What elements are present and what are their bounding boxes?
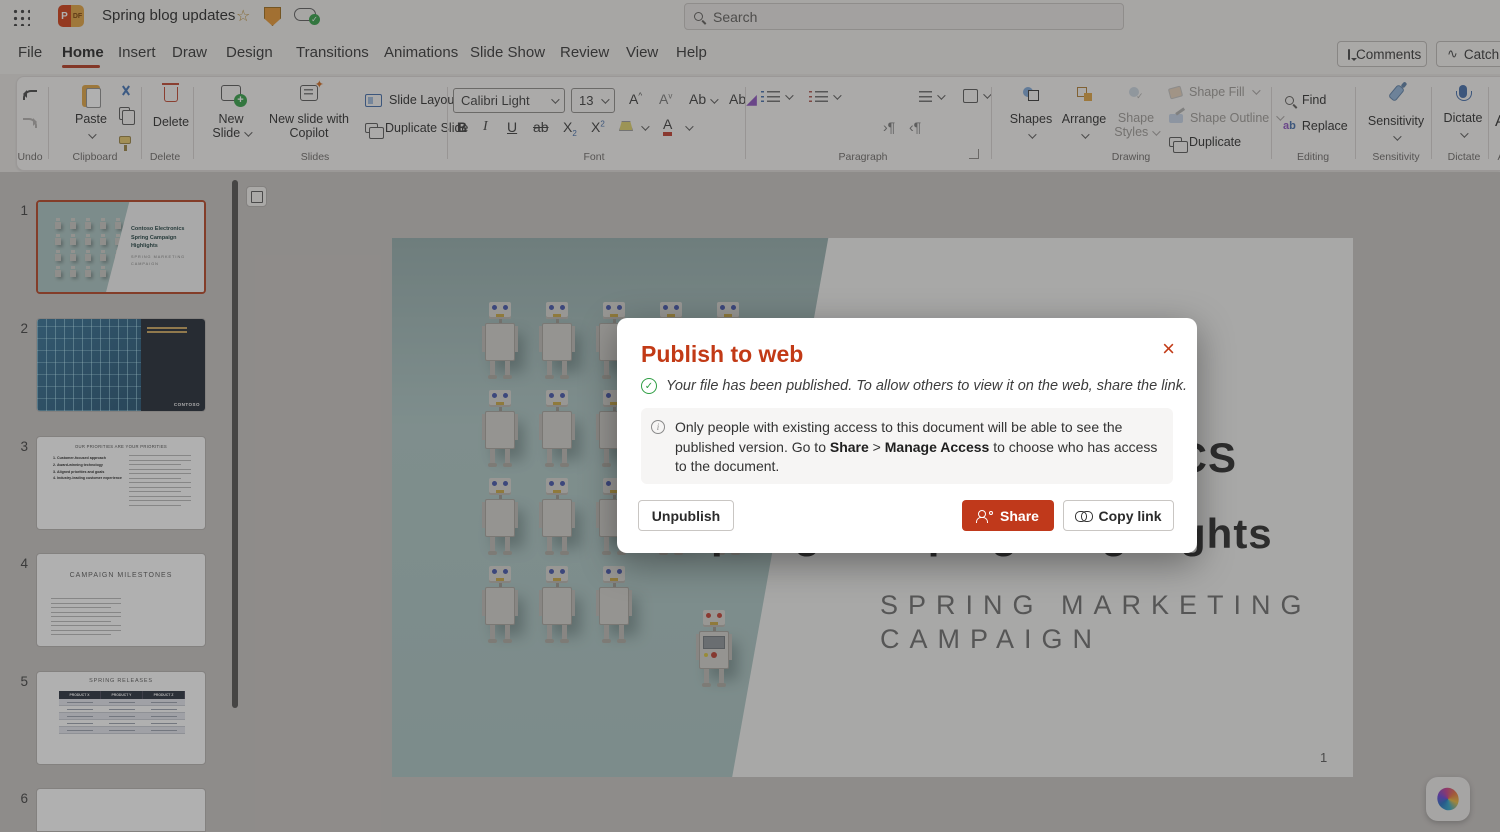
dialog-title: Publish to web (641, 341, 803, 368)
info-icon: i (651, 420, 665, 434)
access-info-text: Only people with existing access to this… (675, 418, 1159, 477)
publish-to-web-dialog: Publish to web × ✓ Your file has been pu… (617, 318, 1197, 553)
share-button[interactable]: Share (962, 500, 1054, 531)
close-icon[interactable]: × (1162, 338, 1175, 360)
check-circle-icon: ✓ (641, 378, 657, 394)
access-info-box: i Only people with existing access to th… (641, 408, 1173, 484)
link-icon (1075, 511, 1091, 521)
share-people-icon (977, 510, 993, 522)
unpublish-button[interactable]: Unpublish (638, 500, 734, 531)
copy-link-button[interactable]: Copy link (1063, 500, 1174, 531)
publish-success-message: ✓ Your file has been published. To allow… (641, 378, 1187, 394)
